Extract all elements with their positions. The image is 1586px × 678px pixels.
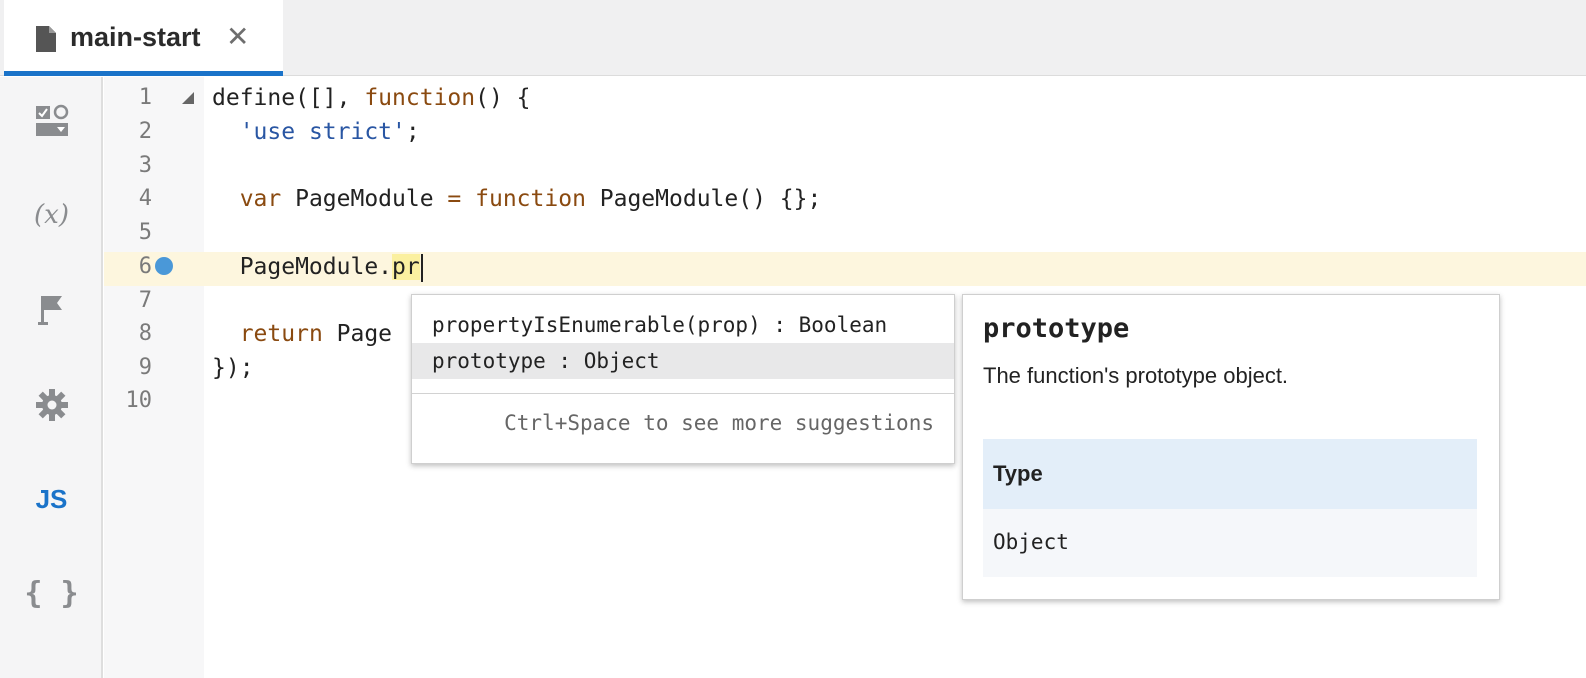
line-number: 9 [138,355,152,380]
line-number: 7 [138,288,152,313]
file-icon [36,26,56,52]
line-number: 2 [138,119,152,144]
doc-type-header: Type [983,439,1477,509]
fold-arrow-icon[interactable] [182,92,194,104]
code-token: = [447,186,462,212]
page-structure-icon[interactable] [0,91,103,151]
code-token: define([], [212,85,365,111]
line-number: 10 [125,388,153,413]
code-token: return [239,321,323,347]
code-token: () { [475,85,531,111]
line-number: 6 [138,254,152,279]
line-number: 3 [138,153,152,178]
autocomplete-popup: propertyIsEnumerable(prop) : Boolean pro… [411,294,955,464]
left-sidebar: (𝑥) JS { } [0,77,103,678]
text-cursor [420,253,423,282]
documentation-popup: prototype The function's prototype objec… [962,294,1500,600]
line-number: 1 [138,85,152,110]
code-line-4[interactable]: var PageModule = function PageModule() {… [212,182,822,216]
doc-description: The function's prototype object. [983,363,1289,388]
suggestion-hint: Ctrl+Space to see more suggestions [504,411,934,435]
javascript-icon[interactable]: JS [0,469,103,529]
code-token: function [364,85,476,111]
line-number: 5 [138,220,152,245]
code-token: function [475,186,586,212]
code-token: ; [405,119,420,145]
code-token: PageModule() {}; [585,186,822,212]
doc-type-value: Object [983,509,1477,577]
flag-icon[interactable] [0,279,103,339]
code-line-9[interactable]: }); [212,351,254,385]
tab-title: main-start [70,22,201,52]
editor-tab-bar: main-start ✕ [0,0,1586,76]
code-line-1[interactable]: define([], function() { [212,81,531,115]
doc-title: prototype [983,313,1130,344]
code-token: PageModule [281,186,448,212]
line-number: 4 [138,186,152,211]
code-line-2[interactable]: 'use strict'; [212,115,420,149]
suggestion-item[interactable]: propertyIsEnumerable(prop) : Boolean [412,307,954,343]
suggestion-item-selected[interactable]: prototype : Object [412,343,954,379]
code-token: pr [392,254,420,280]
code-token: Page [322,321,393,347]
settings-gear-icon[interactable] [0,375,103,435]
code-token: PageModule. [212,254,393,280]
divider [412,393,954,394]
code-line-8[interactable]: return Page [212,317,392,351]
variables-icon[interactable]: (𝑥) [0,185,103,245]
tab-main-start[interactable]: main-start ✕ [4,0,283,76]
code-token: 'use strict' [239,119,406,145]
code-line-6[interactable]: PageModule.pr [212,250,423,284]
code-token: var [239,186,282,212]
json-braces-icon[interactable]: { } [0,563,103,623]
code-token: }); [212,355,254,381]
lightbulb-icon[interactable] [155,257,173,275]
close-tab-icon[interactable]: ✕ [226,20,249,53]
line-number: 8 [138,321,152,346]
